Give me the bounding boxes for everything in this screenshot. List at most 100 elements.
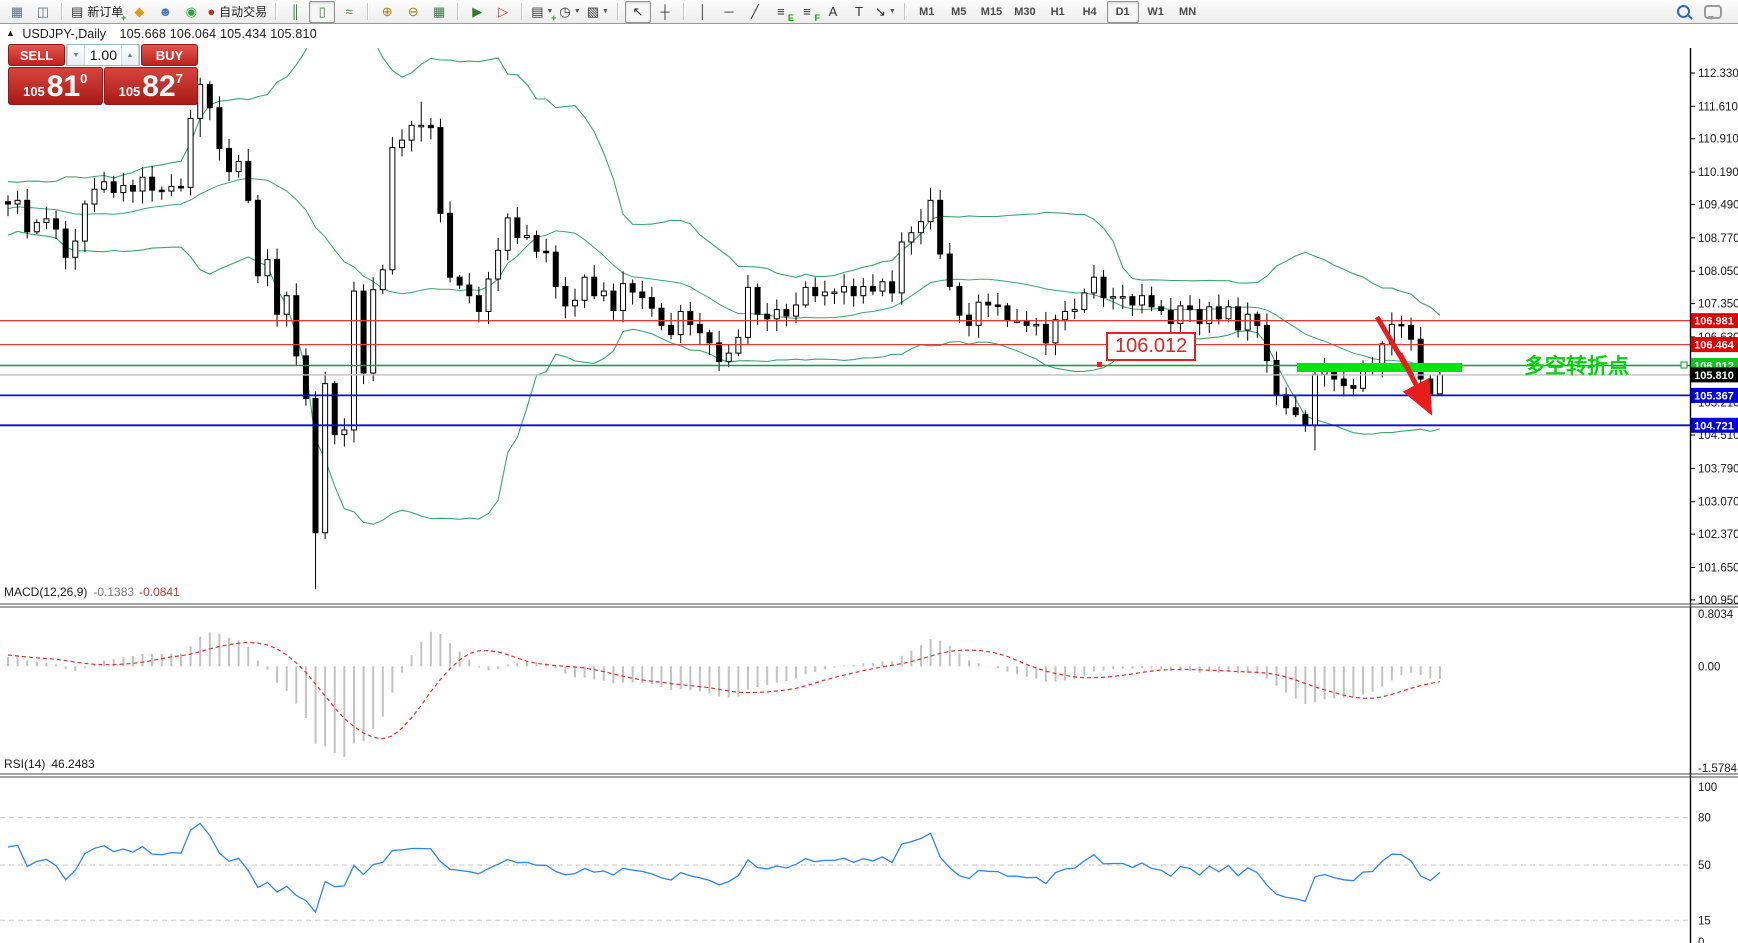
candle [245,160,252,201]
tf-m5[interactable]: M5 [944,2,974,22]
price-tick-label: 110.910 [1698,134,1738,146]
community-icon[interactable]: ☻ [153,2,177,22]
candle [274,259,281,315]
search-icon[interactable] [1677,5,1690,18]
tf-mn[interactable]: MN [1173,2,1203,22]
macd-main-value: -0.1383 [93,585,135,599]
cursor-icon[interactable]: ↖ [624,0,651,23]
price-tag-label: 104.721 [1694,420,1734,432]
sell-button[interactable]: SELL [8,44,65,66]
candle [408,124,415,141]
macd-signal-line [7,641,1441,740]
price-tick-label: 103.790 [1698,463,1738,475]
candle [889,281,896,294]
tf-h4[interactable]: H4 [1075,2,1105,22]
candle [129,185,136,192]
buy-button[interactable]: BUY [141,44,198,66]
tf-m1[interactable]: M1 [912,2,942,22]
candle [447,212,454,278]
volume-up-button[interactable]: ▲ [121,45,139,65]
candle [302,355,309,399]
candle [821,291,828,297]
candle [1302,414,1309,426]
candle [1042,323,1049,344]
label-anchor-handle[interactable] [1097,362,1102,367]
bar-chart-icon[interactable]: ║ [283,2,307,22]
horizontal-line-icon[interactable]: ─ [717,2,741,22]
candle [33,222,40,233]
candle [629,283,636,293]
chart-shift-icon[interactable]: ▷ [491,2,515,22]
autotrading-button[interactable]: ● 自动交易 [205,2,269,22]
candle [668,324,675,336]
zoom-out-icon[interactable]: ⊖ [401,2,425,22]
line-end-handle[interactable] [1680,361,1688,369]
candle [43,218,50,224]
buy-price-sup: 7 [175,71,183,86]
tile-windows-icon[interactable]: ▦ [427,2,451,22]
candle [1023,320,1030,326]
sell-price-big: 81 [46,70,81,103]
candle [139,176,146,192]
signals-icon[interactable]: ◉ [179,2,203,22]
arrows-icon[interactable]: ↘ ▼ [873,2,898,22]
candle [1283,394,1290,409]
toolbar-separator [903,3,906,20]
macd-pane [7,631,1441,757]
chat-icon[interactable] [1704,4,1722,20]
main-pane: 多空转折点 [0,48,1690,590]
tf-w1[interactable]: W1 [1141,2,1171,22]
candle [744,286,751,338]
auto-scroll-icon[interactable]: ▶ [465,2,489,22]
market-icon[interactable]: ◆ [127,2,151,22]
zoom-in-icon[interactable]: ⊕ [375,2,399,22]
text-icon[interactable]: A [821,2,845,22]
price-tick-label: 102.370 [1698,529,1738,541]
templates-button[interactable]: ▧ ▼ [585,2,611,22]
symbol-period-label: USDJPY-,Daily [22,27,106,41]
rsi-scale-label: 100 [1698,782,1717,794]
new-order-button[interactable]: ▤ + 新订单 [69,2,126,23]
volume-value[interactable]: 1.00 [85,45,121,65]
candle [1196,309,1203,324]
toolbar-separator [616,3,619,20]
sell-price-button[interactable]: 105 81 0 [8,67,103,105]
macd-scale-label: 0.8034 [1698,609,1734,621]
candle [389,147,396,271]
candle [754,286,761,315]
tf-h1[interactable]: H1 [1043,2,1073,22]
fibonacci-icon[interactable]: ≡ F [795,2,820,23]
text-label-icon[interactable]: T [847,2,871,22]
candle [802,286,809,306]
tf-m15[interactable]: M15 [976,2,1007,22]
price-tag-label: 105.367 [1694,390,1734,402]
candle [1427,378,1434,395]
vertical-line-icon[interactable]: │ [691,2,715,22]
candle [1090,276,1097,294]
tf-m30[interactable]: M30 [1009,2,1040,22]
candle [571,299,578,307]
toolbar-separator [275,3,278,20]
volume-down-button[interactable]: ▼ [67,45,85,65]
candle [1052,319,1059,344]
toolbar-group: ▤ + ▼ ◷ ▼ ▧ ▼ [528,2,612,23]
price-callout-106012[interactable]: 106.012 [1106,332,1197,361]
candle [1408,324,1415,340]
sell-price-prefix: 105 [23,84,45,99]
equidistant-channel-icon[interactable]: ≡ E [769,2,794,23]
tf-d1[interactable]: D1 [1106,0,1139,23]
rsi-scale-label: 0 [1698,937,1704,943]
candle [533,235,540,252]
crosshair-icon[interactable]: ┼ [653,2,677,22]
indicators-button[interactable]: ▤ + ▼ [529,2,556,23]
trendline-icon[interactable]: ╱ [743,2,767,22]
buy-price-button[interactable]: 105 82 7 [103,67,198,105]
price-chart-canvas[interactable]: 多空转折点 112.330 111.610 110.910 110.190 109.490… [0,24,1738,943]
charts-window-icon[interactable]: ▦ [5,2,29,22]
data-window-icon[interactable]: ◫ [31,2,55,22]
highlight-bar[interactable] [1297,363,1462,372]
candlestick-chart-icon[interactable]: ▯ [309,0,336,23]
line-chart-icon[interactable]: ≈ [337,2,361,22]
periods-button[interactable]: ◷ ▼ [557,2,582,22]
one-click-toggle-icon[interactable]: ▲ [6,28,15,38]
